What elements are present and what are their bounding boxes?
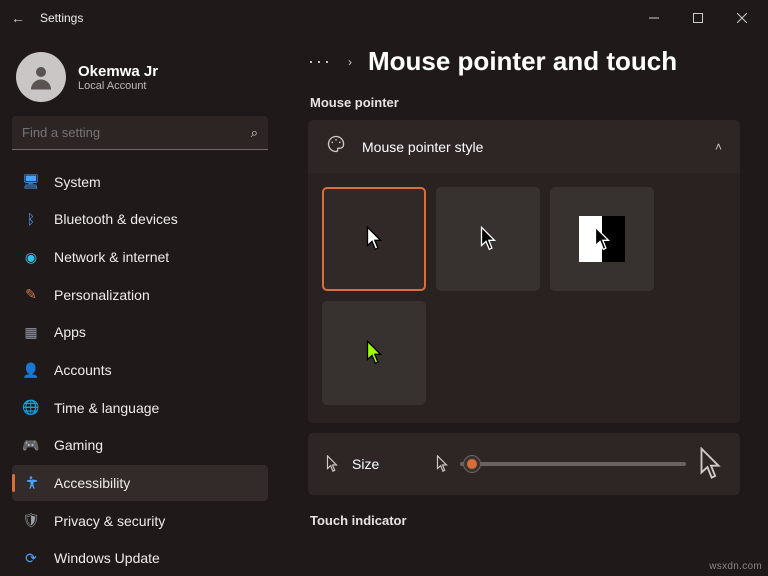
nav-item-apps[interactable]: ▦ Apps (12, 315, 268, 351)
slider-thumb[interactable] (463, 455, 481, 473)
sidebar: Okemwa Jr Local Account ⌕ 🖥 System ᛒ Blueto… (0, 36, 280, 576)
nav-icon: ᛒ (22, 210, 40, 228)
nav-icon: ⟳ (22, 549, 40, 567)
close-button[interactable] (720, 2, 764, 34)
nav-label: Bluetooth & devices (54, 211, 178, 227)
size-slider[interactable] (460, 462, 686, 466)
main: ··· › Mouse pointer and touch Mouse poin… (280, 36, 768, 576)
back-button[interactable]: ← (4, 10, 32, 26)
nav-item-privacy-security[interactable]: 🛡 Privacy & security (12, 503, 268, 539)
page-title: Mouse pointer and touch (368, 46, 677, 77)
user-name: Okemwa Jr (78, 63, 158, 80)
nav-label: Accounts (54, 362, 112, 378)
nav-icon: ✎ (22, 286, 40, 304)
section-touch-indicator: Touch indicator (310, 513, 740, 528)
cursor-max-icon (698, 447, 722, 481)
nav-icon (22, 474, 40, 492)
nav-label: System (54, 174, 101, 190)
size-card: Size (308, 433, 740, 495)
pointer-style-inverted[interactable] (550, 187, 654, 291)
nav-label: Windows Update (54, 550, 160, 566)
size-label: Size (352, 456, 422, 472)
watermark: wsxdn.com (709, 561, 762, 572)
nav-item-network-internet[interactable]: ◉ Network & internet (12, 239, 268, 275)
section-mouse-pointer: Mouse pointer (310, 95, 740, 110)
nav-icon: 🌐 (22, 399, 40, 417)
nav-item-windows-update[interactable]: ⟳ Windows Update (12, 540, 268, 576)
nav-item-system[interactable]: 🖥 System (12, 164, 268, 200)
cursor-min-icon (436, 455, 448, 473)
chevron-right-icon: › (348, 55, 352, 69)
style-card-header[interactable]: Mouse pointer style ˄ (308, 120, 740, 173)
nav-label: Network & internet (54, 249, 169, 265)
minimize-button[interactable] (632, 2, 676, 34)
nav-label: Time & language (54, 400, 159, 416)
nav-icon: ▦ (22, 323, 40, 341)
nav-item-time-language[interactable]: 🌐 Time & language (12, 390, 268, 426)
pointer-style-black[interactable] (436, 187, 540, 291)
nav-label: Accessibility (54, 475, 130, 491)
window-title: Settings (40, 11, 83, 25)
nav-icon: ◉ (22, 248, 40, 266)
nav-label: Apps (54, 324, 86, 340)
style-card-body (308, 173, 740, 423)
nav-item-bluetooth-devices[interactable]: ᛒ Bluetooth & devices (12, 202, 268, 238)
style-card: Mouse pointer style ˄ (308, 120, 740, 423)
user-block[interactable]: Okemwa Jr Local Account (12, 44, 268, 116)
nav-item-personalization[interactable]: ✎ Personalization (12, 277, 268, 313)
user-sub: Local Account (78, 80, 158, 92)
titlebar: ← Settings (0, 0, 768, 36)
breadcrumb-more[interactable]: ··· (308, 51, 332, 72)
nav-icon: 🖥 (22, 173, 40, 191)
cursor-small-icon (326, 455, 338, 473)
nav-label: Gaming (54, 437, 103, 453)
style-card-label: Mouse pointer style (362, 139, 701, 155)
breadcrumb: ··· › Mouse pointer and touch (308, 46, 740, 77)
nav-icon: 👤 (22, 361, 40, 379)
search-input[interactable] (22, 125, 251, 140)
nav-label: Personalization (54, 287, 150, 303)
nav-icon: 🎮 (22, 436, 40, 454)
chevron-up-icon: ˄ (715, 140, 722, 154)
pointer-style-white[interactable] (322, 187, 426, 291)
nav: 🖥 System ᛒ Bluetooth & devices ◉ Network & in… (12, 164, 268, 576)
search-box[interactable]: ⌕ (12, 116, 268, 150)
maximize-button[interactable] (676, 2, 720, 34)
nav-item-gaming[interactable]: 🎮 Gaming (12, 427, 268, 463)
nav-item-accessibility[interactable]: Accessibility (12, 465, 268, 501)
nav-label: Privacy & security (54, 513, 165, 529)
pointer-style-custom[interactable] (322, 301, 426, 405)
avatar (16, 52, 66, 102)
search-icon: ⌕ (251, 125, 258, 141)
nav-item-accounts[interactable]: 👤 Accounts (12, 352, 268, 388)
nav-icon: 🛡 (22, 512, 40, 530)
palette-icon (326, 134, 348, 159)
